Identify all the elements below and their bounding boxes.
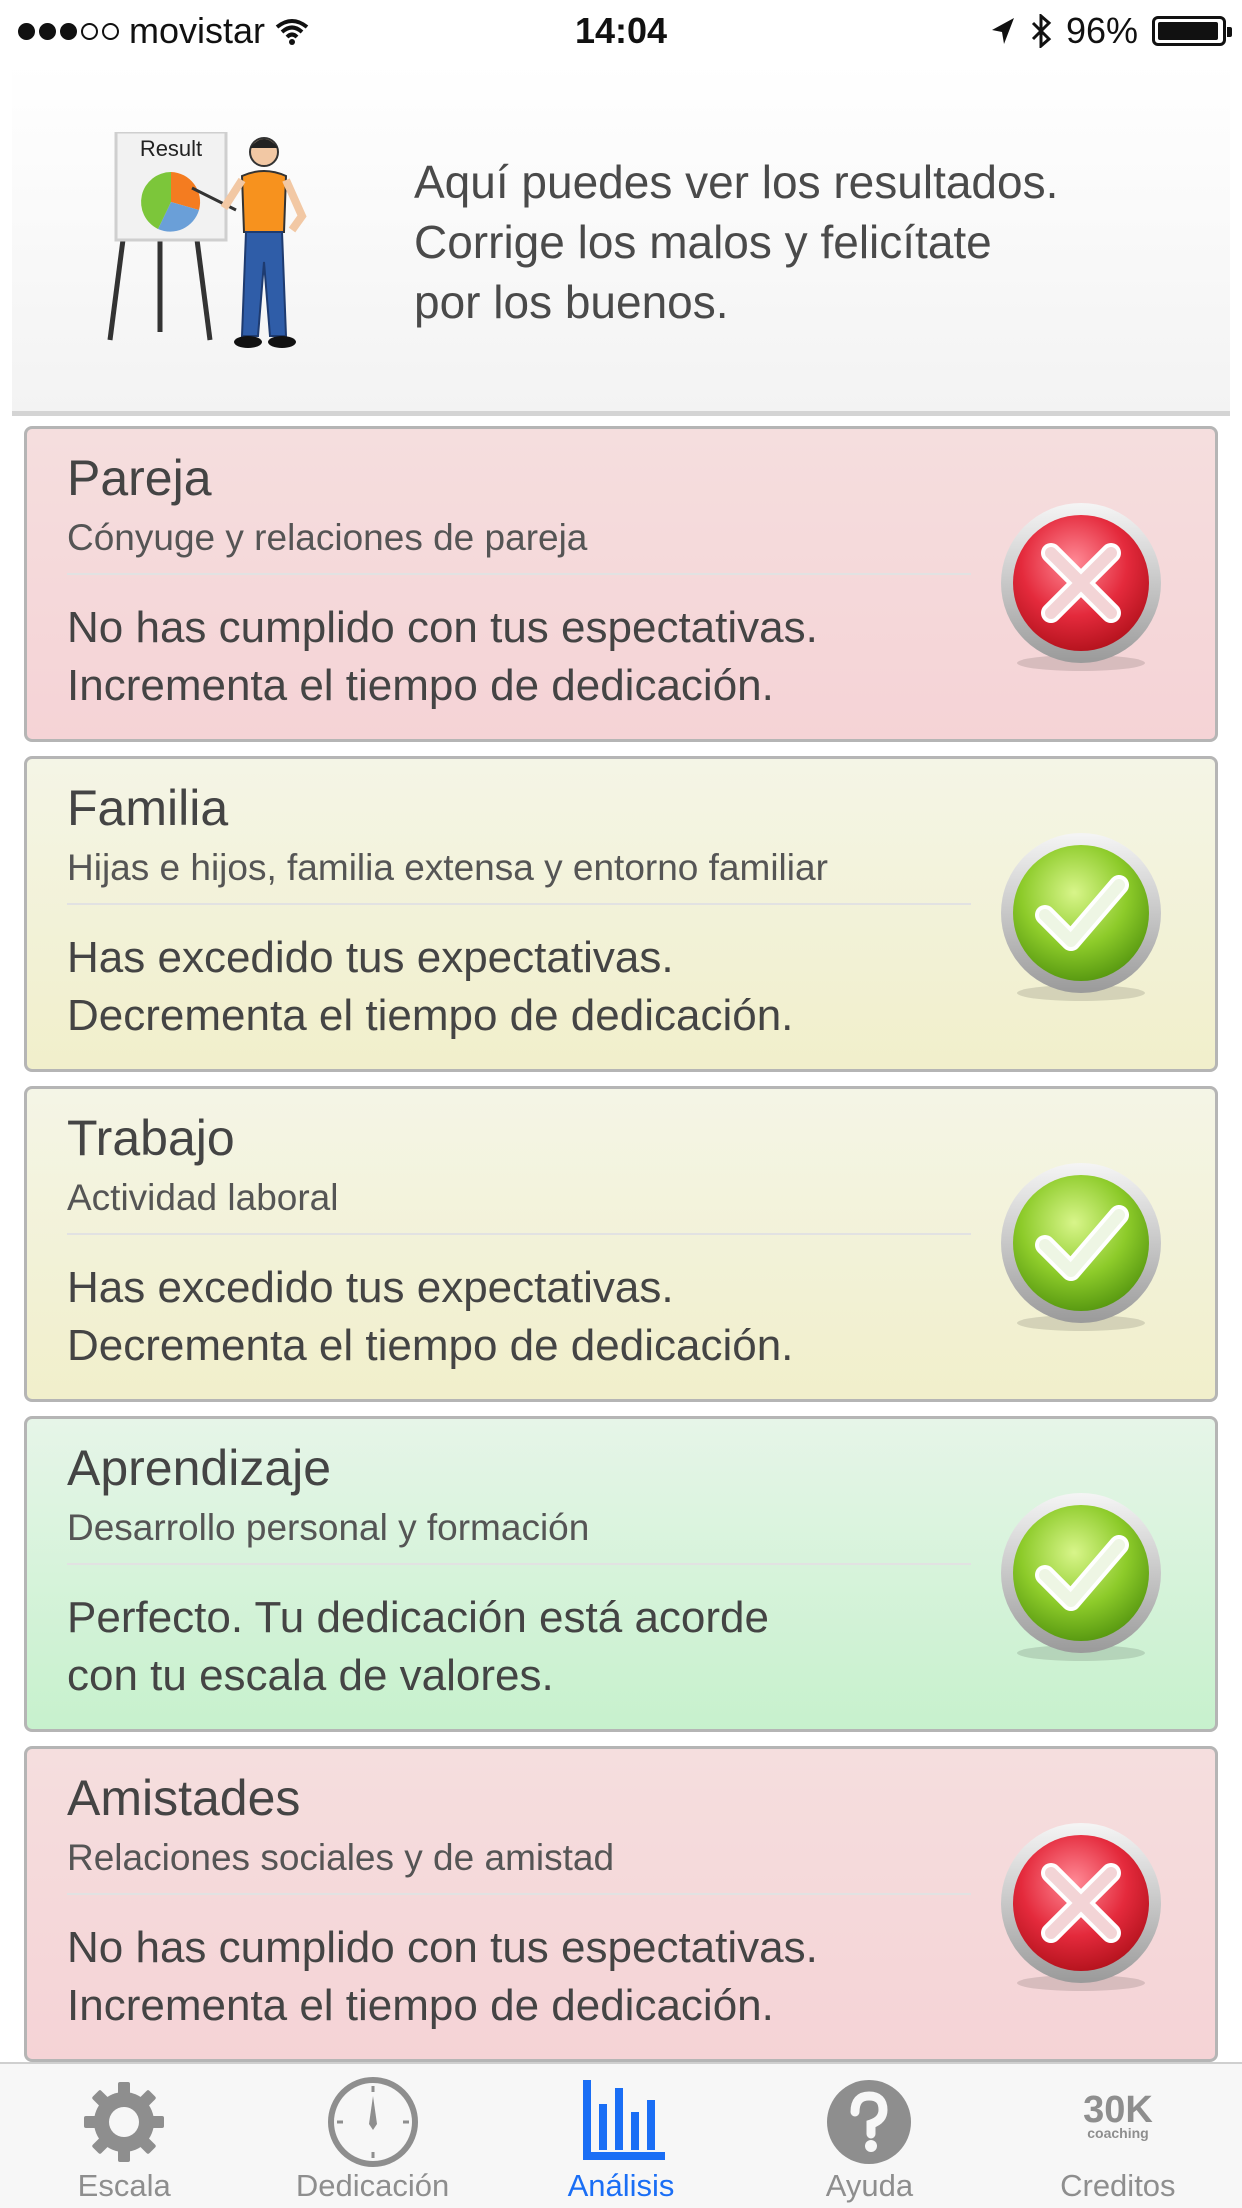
intro-line: Corrige los malos y felicítate	[414, 216, 992, 268]
illustration-label: Result	[140, 136, 202, 161]
tab-label: Escala	[77, 2168, 171, 2203]
card-subtitle: Desarrollo personal y formación	[67, 1507, 590, 1548]
card-message-line: Decrementa el tiempo de dedicación.	[67, 991, 794, 1040]
card-message: Has excedido tus expectativas. Decrement…	[67, 929, 967, 1045]
result-card-aprendizaje[interactable]: Aprendizaje Desarrollo personal y formac…	[24, 1416, 1218, 1732]
result-card-trabajo[interactable]: Trabajo Actividad laboral Has excedido t…	[24, 1086, 1218, 1402]
tab-creditos[interactable]: 30K coaching Creditos	[994, 2064, 1242, 2208]
card-title: Aprendizaje	[67, 1440, 332, 1496]
cross-icon	[993, 1819, 1169, 1995]
card-message-line: No has cumplido con tus espectativas.	[67, 603, 818, 652]
tab-label: Ayuda	[825, 2168, 914, 2203]
check-icon	[993, 1159, 1169, 1335]
location-arrow-icon	[991, 18, 1014, 44]
tab-dedicacion[interactable]: Dedicación	[248, 2064, 496, 2208]
tab-label: Análisis	[567, 2168, 675, 2203]
card-message: Has excedido tus expectativas. Decrement…	[67, 1259, 967, 1375]
card-divider	[67, 1233, 971, 1235]
status-bar: movistar 14:04 96%	[0, 0, 1242, 62]
card-message-line: Has excedido tus expectativas.	[67, 933, 674, 982]
gear-icon	[84, 2082, 165, 2162]
result-card-amistades[interactable]: Amistades Relaciones sociales y de amist…	[24, 1746, 1218, 2062]
check-icon	[993, 1489, 1169, 1665]
card-message-line: Incrementa el tiempo de dedicación.	[67, 1981, 774, 2030]
card-subtitle: Hijas e hijos, familia extensa y entorno…	[67, 847, 828, 888]
battery-fill	[1158, 22, 1218, 40]
bluetooth-icon	[1031, 14, 1052, 48]
presenter-illustration: Result	[107, 132, 307, 348]
tab-bar: Escala Dedicación Análisis Ayuda 30K coa…	[0, 2062, 1242, 2208]
logo-subtext: coaching	[1087, 2125, 1148, 2141]
tab-escala[interactable]: Escala	[0, 2064, 248, 2208]
card-title: Trabajo	[67, 1110, 235, 1166]
question-icon	[827, 2080, 912, 2164]
result-card-familia[interactable]: Familia Hijas e hijos, familia extensa y…	[24, 756, 1218, 1072]
card-divider	[67, 1893, 971, 1895]
card-message: Perfecto. Tu dedicación está acorde con …	[67, 1589, 967, 1705]
card-divider	[67, 573, 971, 575]
card-divider	[67, 1563, 971, 1565]
card-message-line: con tu escala de valores.	[67, 1651, 554, 1700]
card-title: Pareja	[67, 450, 212, 506]
card-message-line: Has excedido tus expectativas.	[67, 1263, 674, 1312]
tab-ayuda[interactable]: Ayuda	[745, 2064, 993, 2208]
card-divider	[67, 903, 971, 905]
card-title: Amistades	[67, 1770, 301, 1826]
card-message-line: Perfecto. Tu dedicación está acorde	[67, 1593, 769, 1642]
results-header: Result Aquí puedes ver los resultados. C…	[12, 62, 1230, 416]
card-message-line: Incrementa el tiempo de dedicación.	[67, 661, 774, 710]
cross-icon	[993, 499, 1169, 675]
intro-text: Aquí puedes ver los resultados. Corrige …	[414, 152, 1194, 332]
tab-label: Dedicación	[295, 2168, 450, 2203]
card-message: No has cumplido con tus espectativas. In…	[67, 1919, 967, 2035]
card-subtitle: Relaciones sociales y de amistad	[67, 1837, 615, 1878]
bar-chart-icon	[583, 2080, 666, 2160]
check-icon	[993, 829, 1169, 1005]
card-message-line: Decrementa el tiempo de dedicación.	[67, 1321, 794, 1370]
result-card-pareja[interactable]: Pareja Cónyuge y relaciones de pareja No…	[24, 426, 1218, 742]
battery-icon	[1152, 16, 1232, 46]
card-title: Familia	[67, 780, 229, 836]
intro-line: Aquí puedes ver los resultados.	[414, 156, 1059, 208]
battery-percent: 96%	[1065, 10, 1138, 51]
clock-icon	[327, 2077, 418, 2167]
card-message-line: No has cumplido con tus espectativas.	[67, 1923, 818, 1972]
tab-label: Creditos	[1060, 2168, 1176, 2203]
intro-line: por los buenos.	[414, 276, 729, 328]
tab-analisis[interactable]: Análisis	[497, 2064, 745, 2208]
logo-30k-icon: 30K coaching	[1083, 2089, 1153, 2141]
status-right-group: 96%	[990, 10, 1232, 52]
card-message: No has cumplido con tus espectativas. In…	[67, 599, 967, 715]
card-subtitle: Cónyuge y relaciones de pareja	[67, 517, 588, 558]
card-subtitle: Actividad laboral	[67, 1177, 339, 1218]
